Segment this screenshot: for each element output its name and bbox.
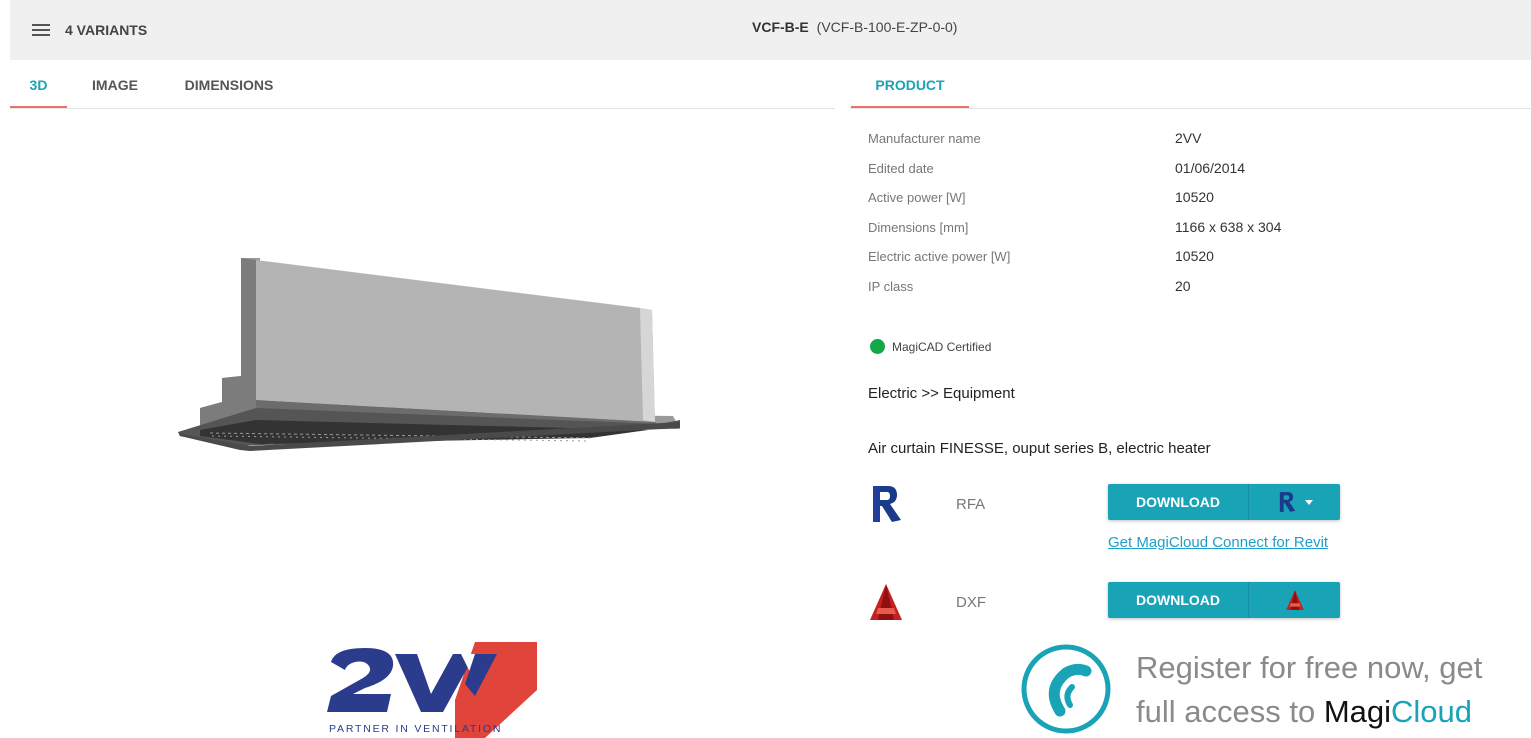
- tab-3d[interactable]: 3D: [10, 60, 67, 108]
- variants-label: 4 VARIANTS: [65, 22, 148, 38]
- magicloud-promo-banner[interactable]: Register for free now, get full access t…: [1018, 640, 1531, 738]
- property-row: Manufacturer name 2VV: [868, 125, 1468, 155]
- file-type-label: DXF: [956, 594, 986, 611]
- property-value: 01/06/2014: [1175, 159, 1246, 176]
- revit-icon: [873, 486, 901, 522]
- property-value: 10520: [1175, 189, 1214, 205]
- download-button-label[interactable]: DOWNLOAD: [1108, 484, 1249, 520]
- tabs-divider: [10, 108, 835, 109]
- product-category: Electric >> Equipment: [868, 385, 1015, 402]
- product-description: Air curtain FINESSE, ouput series B, ele…: [868, 440, 1211, 457]
- tab-dimensions[interactable]: DIMENSIONS: [176, 60, 282, 108]
- property-key: Edited date: [868, 160, 934, 176]
- property-value: 10520: [1175, 248, 1214, 264]
- download-row-dxf: DXF DOWNLOAD: [868, 582, 1388, 622]
- property-row: IP class 20: [868, 273, 1468, 303]
- tab-product[interactable]: PRODUCT: [851, 60, 969, 108]
- product-code: (VCF-B-100-E-ZP-0-0): [816, 19, 958, 35]
- property-value: 1166 x 638 x 304: [1175, 218, 1282, 235]
- view-tabs: 3D IMAGE DIMENSIONS: [10, 60, 840, 109]
- tab-image[interactable]: IMAGE: [79, 60, 151, 108]
- property-row: Electric active power [W] 10520: [868, 243, 1468, 273]
- promo-brand-cloud: Cloud: [1391, 694, 1473, 729]
- product-3d-model[interactable]: [170, 250, 690, 460]
- autocad-icon: [1285, 590, 1304, 610]
- product-properties: Manufacturer name 2VV Edited date 01/06/…: [868, 125, 1468, 302]
- magicloud-logo-icon: [1021, 644, 1111, 734]
- page-title: VCF-B-E (VCF-B-100-E-ZP-0-0): [752, 19, 957, 35]
- download-dxf-button[interactable]: DOWNLOAD: [1108, 582, 1340, 618]
- chevron-down-icon: [1304, 499, 1313, 505]
- property-key: Electric active power [W]: [868, 249, 1011, 264]
- promo-line-2: full access to MagiCloud: [1136, 694, 1472, 730]
- certified-label: MagiCAD Certified: [892, 339, 992, 354]
- promo-line-2-prefix: full access to: [1136, 694, 1324, 729]
- property-value: 2VV: [1175, 130, 1202, 146]
- property-key: Active power [W]: [868, 190, 966, 205]
- certified-badge: MagiCAD Certified: [870, 339, 991, 354]
- revit-icon: [1279, 492, 1295, 512]
- file-type-label: RFA: [956, 496, 986, 513]
- manufacturer-tagline: PARTNER IN VENTILATION: [329, 723, 503, 735]
- top-bar: 4 VARIANTS VCF-B-E (VCF-B-100-E-ZP-0-0): [10, 0, 1531, 60]
- property-value: 20: [1175, 277, 1191, 294]
- download-rfa-button[interactable]: DOWNLOAD: [1108, 484, 1340, 520]
- download-button-label[interactable]: DOWNLOAD: [1108, 582, 1249, 618]
- autocad-format-icon-area[interactable]: [1249, 582, 1340, 618]
- property-row: Edited date 01/06/2014: [868, 155, 1468, 185]
- property-row: Dimensions [mm] 1166 x 638 x 304: [868, 214, 1468, 244]
- autocad-icon: [870, 584, 902, 620]
- promo-line-1: Register for free now, get: [1136, 650, 1483, 685]
- info-tabs-divider: [850, 108, 1531, 109]
- property-key: Manufacturer name: [868, 131, 981, 146]
- variants-menu-button[interactable]: 4 VARIANTS: [32, 19, 162, 41]
- property-key: Dimensions [mm]: [868, 219, 969, 235]
- magicloud-connect-link[interactable]: Get MagiCloud Connect for Revit: [1108, 534, 1328, 551]
- certified-status-icon: [870, 339, 885, 354]
- property-row: Active power [W] 10520: [868, 184, 1468, 214]
- revit-dropdown-toggle[interactable]: [1249, 484, 1340, 520]
- product-name: VCF-B-E: [752, 19, 809, 35]
- hamburger-menu-icon: [32, 23, 50, 37]
- property-key: IP class: [868, 278, 914, 294]
- promo-brand-magi: Magi: [1323, 694, 1392, 729]
- download-row-rfa: RFA DOWNLOAD: [868, 484, 1388, 524]
